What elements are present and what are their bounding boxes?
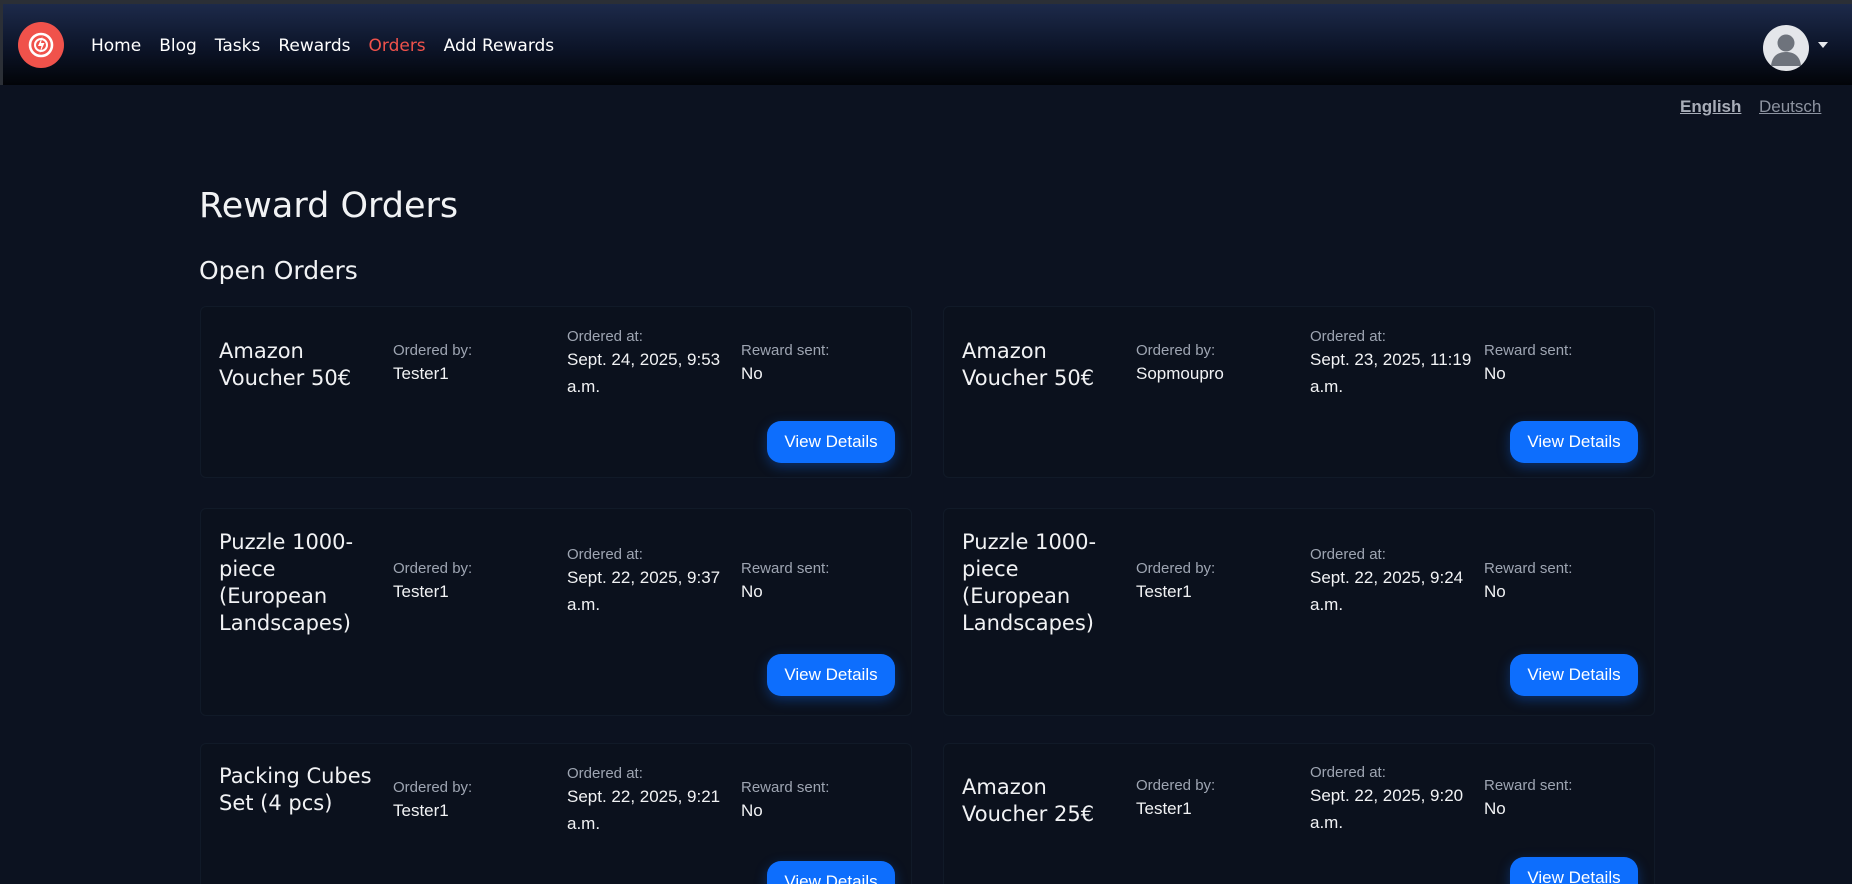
ordered-by-value: Tester1 <box>393 582 449 601</box>
ordered-by-field: Ordered by: Tester1 <box>393 560 558 605</box>
user-avatar-icon[interactable] <box>1763 25 1809 71</box>
ordered-at-field: Ordered at: Sept. 22, 2025, 9:24 a.m. <box>1310 546 1475 618</box>
nav-orders[interactable]: Orders <box>369 36 426 56</box>
ordered-at-value: Sept. 22, 2025, 9:21 a.m. <box>567 787 721 833</box>
view-details-button[interactable]: View Details <box>1510 857 1638 884</box>
lang-deutsch[interactable]: Deutsch <box>1759 97 1821 117</box>
nav-add-rewards[interactable]: Add Rewards <box>444 36 554 56</box>
order-card: Packing Cubes Set (4 pcs) Ordered by: Te… <box>200 743 912 884</box>
reward-sent-field: Reward sent: No <box>1484 777 1649 822</box>
reward-sent-field: Reward sent: No <box>741 342 906 387</box>
ordered-at-value: Sept. 24, 2025, 9:53 a.m. <box>567 350 721 396</box>
ordered-by-field: Ordered by: Tester1 <box>1136 777 1301 822</box>
reward-sent-label: Reward sent: <box>1484 777 1573 794</box>
view-details-button[interactable]: View Details <box>767 654 895 696</box>
ordered-at-field: Ordered at: Sept. 24, 2025, 9:53 a.m. <box>567 328 732 400</box>
ordered-at-label: Ordered at: <box>567 328 643 345</box>
ordered-by-value: Tester1 <box>1136 582 1192 601</box>
ordered-at-label: Ordered at: <box>567 765 643 782</box>
ordered-at-label: Ordered at: <box>1310 764 1386 781</box>
view-details-button[interactable]: View Details <box>767 861 895 884</box>
order-title: Puzzle 1000-piece (European Landscapes) <box>962 530 1097 635</box>
ordered-at-field: Ordered at: Sept. 22, 2025, 9:20 a.m. <box>1310 764 1475 836</box>
ordered-at-label: Ordered at: <box>1310 328 1386 345</box>
reward-sent-value: No <box>1484 364 1506 383</box>
order-card: Puzzle 1000-piece (European Landscapes) … <box>943 508 1655 716</box>
reward-sent-field: Reward sent: No <box>1484 342 1649 387</box>
reward-sent-label: Reward sent: <box>741 342 830 359</box>
ordered-by-value: Tester1 <box>393 801 449 820</box>
ordered-by-value: Sopmoupro <box>1136 364 1224 383</box>
reward-sent-value: No <box>741 801 763 820</box>
ordered-by-field: Ordered by: Sopmoupro <box>1136 342 1301 387</box>
reward-sent-label: Reward sent: <box>741 779 830 796</box>
nav-blog[interactable]: Blog <box>159 36 197 56</box>
reward-sent-value: No <box>1484 799 1506 818</box>
order-title: Puzzle 1000-piece (European Landscapes) <box>219 530 354 635</box>
ordered-by-label: Ordered by: <box>1136 342 1216 359</box>
reward-sent-label: Reward sent: <box>1484 342 1573 359</box>
ordered-at-label: Ordered at: <box>1310 546 1386 563</box>
ordered-by-label: Ordered by: <box>1136 560 1216 577</box>
reward-sent-field: Reward sent: No <box>741 560 906 605</box>
ordered-by-label: Ordered by: <box>393 560 473 577</box>
order-card: Puzzle 1000-piece (European Landscapes) … <box>200 508 912 716</box>
reward-sent-field: Reward sent: No <box>741 779 906 824</box>
ordered-by-value: Tester1 <box>1136 799 1192 818</box>
caret-down-icon[interactable] <box>1818 42 1828 48</box>
nav-home[interactable]: Home <box>91 36 141 56</box>
view-details-button[interactable]: View Details <box>1510 421 1638 463</box>
view-details-button[interactable]: View Details <box>767 421 895 463</box>
ordered-at-value: Sept. 23, 2025, 11:19 a.m. <box>1310 350 1472 396</box>
ordered-by-label: Ordered by: <box>393 779 473 796</box>
ordered-by-label: Ordered by: <box>1136 777 1216 794</box>
ordered-at-field: Ordered at: Sept. 23, 2025, 11:19 a.m. <box>1310 328 1475 400</box>
ordered-at-value: Sept. 22, 2025, 9:20 a.m. <box>1310 786 1464 832</box>
power-logo-icon[interactable] <box>18 22 64 68</box>
ordered-by-label: Ordered by: <box>393 342 473 359</box>
ordered-by-field: Ordered by: Tester1 <box>1136 560 1301 605</box>
lang-english[interactable]: English <box>1680 97 1741 117</box>
reward-sent-field: Reward sent: No <box>1484 560 1649 605</box>
order-card: Amazon Voucher 50€ Ordered by: Tester1 O… <box>200 306 912 478</box>
order-title: Packing Cubes Set (4 pcs) <box>219 764 372 815</box>
main-nav: Home Blog Tasks Rewards Orders Add Rewar… <box>91 36 572 56</box>
page-title: Reward Orders <box>199 186 459 226</box>
ordered-at-field: Ordered at: Sept. 22, 2025, 9:21 a.m. <box>567 765 732 837</box>
section-title: Open Orders <box>199 256 358 285</box>
ordered-by-field: Ordered by: Tester1 <box>393 779 558 824</box>
ordered-at-value: Sept. 22, 2025, 9:24 a.m. <box>1310 568 1464 614</box>
order-card: Amazon Voucher 25€ Ordered by: Tester1 O… <box>943 743 1655 884</box>
order-title: Amazon Voucher 50€ <box>962 339 1095 390</box>
reward-sent-label: Reward sent: <box>1484 560 1573 577</box>
ordered-by-field: Ordered by: Tester1 <box>393 342 558 387</box>
order-title: Amazon Voucher 25€ <box>962 775 1095 826</box>
reward-sent-label: Reward sent: <box>741 560 830 577</box>
reward-sent-value: No <box>741 364 763 383</box>
ordered-at-value: Sept. 22, 2025, 9:37 a.m. <box>567 568 721 614</box>
view-details-button[interactable]: View Details <box>1510 654 1638 696</box>
reward-sent-value: No <box>741 582 763 601</box>
nav-rewards[interactable]: Rewards <box>278 36 350 56</box>
order-card: Amazon Voucher 50€ Ordered by: Sopmoupro… <box>943 306 1655 478</box>
reward-sent-value: No <box>1484 582 1506 601</box>
top-navbar: Home Blog Tasks Rewards Orders Add Rewar… <box>0 0 1852 85</box>
ordered-at-label: Ordered at: <box>567 546 643 563</box>
ordered-by-value: Tester1 <box>393 364 449 383</box>
ordered-at-field: Ordered at: Sept. 22, 2025, 9:37 a.m. <box>567 546 732 618</box>
order-title: Amazon Voucher 50€ <box>219 339 352 390</box>
nav-tasks[interactable]: Tasks <box>215 36 261 56</box>
